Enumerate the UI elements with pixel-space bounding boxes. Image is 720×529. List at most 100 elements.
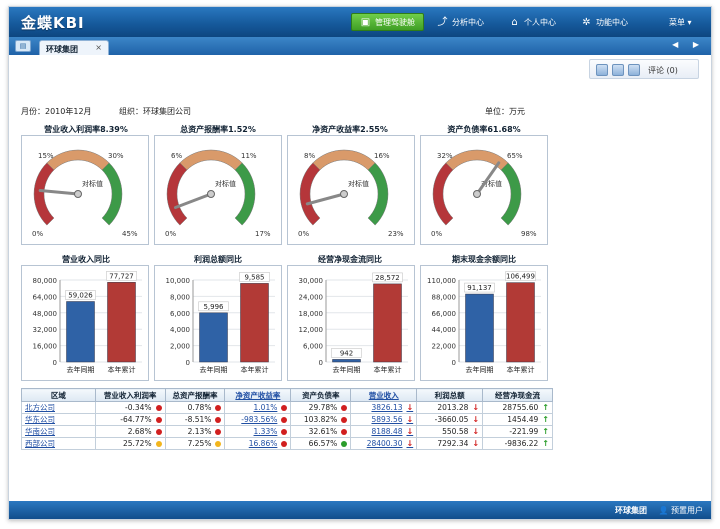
cell-value: -64.77% <box>120 415 152 424</box>
nav-personal[interactable]: ⌂ 个人中心 <box>501 13 564 31</box>
table-cell[interactable]: 1.01% <box>224 401 292 414</box>
table-cell[interactable]: -983.56% <box>224 413 292 426</box>
table-cell[interactable]: 北方公司 <box>21 401 96 414</box>
table-cell: -0.34% <box>94 401 166 414</box>
nav-function[interactable]: ✲ 功能中心 <box>573 13 636 31</box>
x-tick-label: 去年同期 <box>466 365 494 374</box>
arrow-up-icon: ↑ <box>542 439 549 448</box>
cell-value: 1454.49 <box>507 415 539 424</box>
table-row: 北方公司 -0.34% 0.78% 1.01% 29.78% 3826.13 ↓ 2013.2… <box>21 401 553 414</box>
cell-value: 8188.48 <box>371 427 403 436</box>
arrow-up-icon: ↑ <box>542 415 549 424</box>
comment-icon[interactable] <box>628 64 640 76</box>
bar-chart-svg: 80,000 64,000 48,000 32,000 16,000 0 59,026 去年同… <box>33 271 142 374</box>
x-tick-label: 本年累计 <box>507 365 535 374</box>
bar-chart-svg: 110,000 88,000 66,000 44,000 22,000 0 91,137 去年… <box>427 271 541 374</box>
gauge-tick-label: 30% <box>108 152 124 160</box>
bar-chart-panel: 30,000 24,000 18,000 12,000 6,000 0 942 去年同期 28,… <box>287 265 415 381</box>
user-icon: 👤 <box>658 506 669 515</box>
save-icon[interactable] <box>596 64 608 76</box>
y-tick-label: 66,000 <box>432 310 457 318</box>
arrow-down-icon: ↓ <box>472 427 480 436</box>
table-cell: 7.25% <box>164 437 226 450</box>
cell-value: -3660.05 <box>434 415 469 424</box>
table-cell: -3660.05 ↓ <box>416 413 484 426</box>
nav-menu[interactable]: 菜单 ▾ <box>661 13 700 31</box>
data-label: 106,499 <box>506 273 535 281</box>
refresh-icon[interactable] <box>612 64 624 76</box>
table-cell[interactable]: 3826.13 ↓ <box>350 401 418 414</box>
y-tick-label: 6,000 <box>303 343 323 351</box>
gauge-tick-label: 0% <box>298 230 309 238</box>
gauge-hub <box>207 190 215 198</box>
table-cell[interactable]: 8188.48 ↓ <box>350 425 418 438</box>
report-month: 月份：2010年12月 <box>21 107 92 116</box>
x-tick-label: 本年累计 <box>108 365 136 374</box>
tab-list-icon[interactable]: ▤ <box>15 40 31 52</box>
table-cell: 103.82% <box>290 413 352 426</box>
nav-cockpit[interactable]: ▣ 管理驾驶舱 <box>351 13 424 31</box>
gauge-tick-label: 32% <box>437 152 453 160</box>
y-tick-label: 24,000 <box>299 293 324 301</box>
tab-global-group[interactable]: 环球集团 × <box>39 40 109 55</box>
bar <box>199 312 228 363</box>
cell-value: 29.78% <box>308 403 338 412</box>
column-header: 资产负债率 <box>290 388 352 402</box>
y-tick-label: 48,000 <box>33 310 58 318</box>
column-header-link[interactable]: 净资产收益率 <box>224 388 292 402</box>
footer-user[interactable]: 👤 预置用户 <box>658 505 703 516</box>
data-label: 9,585 <box>244 273 264 281</box>
nav-analysis[interactable]: ⤴ 分析中心 <box>429 13 492 31</box>
y-tick-label: 10,000 <box>166 277 191 285</box>
status-dot-icon <box>215 417 222 423</box>
y-tick-label: 8,000 <box>170 293 190 301</box>
gauge-tick-label: 0% <box>431 230 442 238</box>
cell-value: -9836.22 <box>504 439 539 448</box>
table-cell[interactable]: 1.33% <box>224 425 292 438</box>
table-cell[interactable]: 华东公司 <box>21 413 96 426</box>
column-header-link[interactable]: 营业收入 <box>350 388 418 402</box>
status-dot-icon <box>215 405 222 411</box>
gauge-tick-label: 15% <box>38 152 54 160</box>
status-dot-icon <box>281 429 288 435</box>
bar-chart-panel: 80,000 64,000 48,000 32,000 16,000 0 59,026 去年同… <box>21 265 149 381</box>
gauge-tick-label: 6% <box>171 152 182 160</box>
arrow-up-icon: ↑ <box>542 403 549 412</box>
status-dot-icon <box>215 429 222 435</box>
gauge-tick-label: 11% <box>241 152 257 160</box>
column-header: 总资产报酬率 <box>164 388 226 402</box>
table-cell[interactable]: 5893.56 ↓ <box>350 413 418 426</box>
table-cell: 0.78% <box>164 401 226 414</box>
comment-button[interactable]: 评论 (0) <box>648 65 678 76</box>
nav-label: 管理驾驶舱 <box>375 17 415 27</box>
gauge-svg: 6% 11% 0% 17% 对标值 <box>165 149 271 238</box>
gauge-tick-label: 17% <box>255 230 271 238</box>
tab-bar: ▤ 环球集团 × ◀ ▶ <box>9 37 711 55</box>
table-cell[interactable]: 华南公司 <box>21 425 96 438</box>
table-cell[interactable]: 16.86% <box>224 437 292 450</box>
gauge-title: 净资产收益率2.55% <box>312 125 388 134</box>
y-tick-label: 32,000 <box>33 326 58 334</box>
cell-value: 103.82% <box>303 415 338 424</box>
y-tick-label: 110,000 <box>427 277 456 285</box>
arrow-down-icon: ↓ <box>406 427 414 436</box>
gauge-hub <box>74 190 82 198</box>
gauge-needle <box>475 161 501 196</box>
gauge-title: 总资产报酬率1.52% <box>180 125 256 134</box>
gauge-title: 资产负债率61.68% <box>447 125 521 134</box>
top-navigation-bar: 金蝶KBI ▣ 管理驾驶舱 ⤴ 分析中心 ⌂ 个人中心 ✲ 功能中心 菜单 ▾ <box>9 7 711 37</box>
status-bar: 环球集团 👤 预置用户 <box>9 501 711 519</box>
table-cell: 32.61% <box>290 425 352 438</box>
arrow-down-icon: ↓ <box>406 439 414 448</box>
y-tick-label: 0 <box>53 359 57 367</box>
table-cell: 2.68% <box>94 425 166 438</box>
y-tick-label: 30,000 <box>299 277 324 285</box>
y-tick-label: 88,000 <box>432 293 457 301</box>
table-cell[interactable]: 28400.30 ↓ <box>350 437 418 450</box>
status-dot-icon <box>341 441 348 447</box>
gauge-band-red <box>33 162 55 226</box>
tab-scroll-arrows[interactable]: ◀ ▶ <box>672 40 705 49</box>
table-cell[interactable]: 西部公司 <box>21 437 96 450</box>
close-icon[interactable]: × <box>95 43 102 52</box>
bar-chart-title: 期末现金余额同比 <box>452 255 516 264</box>
